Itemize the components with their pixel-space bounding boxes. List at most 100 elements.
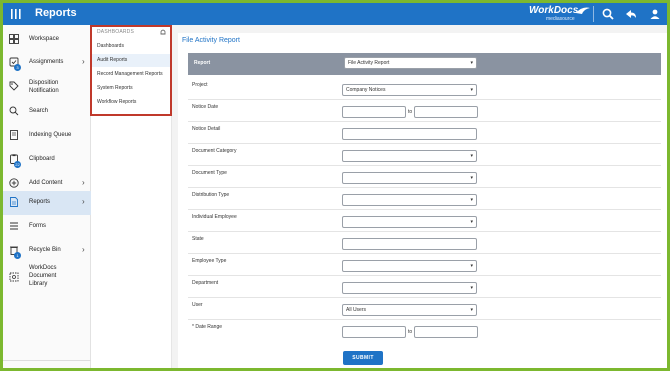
chevron-right-icon: › xyxy=(82,245,85,254)
form-row-user: User All Users ▾ xyxy=(188,298,661,320)
reports-submenu: DASHBOARDS Dashboards Audit Reports Reco… xyxy=(90,25,172,116)
sidebar-item-label: Add Content xyxy=(29,180,63,186)
field-label: * Date Range xyxy=(192,324,223,330)
form-row-distribution-type: Distribution Type ▾ xyxy=(188,188,661,210)
form-row-project: Project Company Notices ▾ xyxy=(188,78,661,100)
submenu-header: DASHBOARDS xyxy=(97,29,135,35)
caret-down-icon: ▾ xyxy=(470,219,473,225)
field-label: Notice Date xyxy=(192,104,219,110)
library-icon xyxy=(9,272,19,282)
sidebar: Workspace 3 Assignments › Disposition No… xyxy=(3,25,91,368)
form-row-department: Department ▾ xyxy=(188,276,661,298)
submit-button[interactable]: SUBMIT xyxy=(343,351,383,365)
search-icon[interactable] xyxy=(601,7,615,21)
chevron-right-icon: › xyxy=(82,178,85,187)
form-row-employee-type: Employee Type ▾ xyxy=(188,254,661,276)
main-content: File Activity Report Report File Activit… xyxy=(178,33,667,368)
document-type-select[interactable]: ▾ xyxy=(342,172,477,184)
form-row-state: State xyxy=(188,232,661,254)
report-select-value: File Activity Report xyxy=(348,60,390,66)
form-row-document-category: Document Category ▾ xyxy=(188,144,661,166)
submenu-item-system-reports[interactable]: System Reports xyxy=(92,82,170,95)
notice-date-to-input[interactable] xyxy=(414,106,478,118)
sidebar-item-search[interactable]: Search xyxy=(3,100,91,124)
field-label: Employee Type xyxy=(192,258,227,264)
recycle-bin-badge: 1 xyxy=(14,252,21,259)
clipboard-badge: 22 xyxy=(14,161,21,168)
menu-icon[interactable] xyxy=(9,7,23,21)
assignments-badge: 3 xyxy=(14,64,21,71)
sidebar-item-forms[interactable]: Forms xyxy=(3,215,91,239)
project-select-value: Company Notices xyxy=(346,87,386,93)
form-row-date-range: * Date Range to xyxy=(188,320,661,342)
field-label: Notice Detail xyxy=(192,126,221,132)
date-range-to-input[interactable] xyxy=(414,326,478,338)
sidebar-item-recycle-bin[interactable]: 1 Recycle Bin › xyxy=(3,239,91,263)
user-select-value: All Users xyxy=(346,307,367,313)
chevron-right-icon: › xyxy=(82,57,85,66)
submenu-item-audit-reports[interactable]: Audit Reports xyxy=(92,54,170,67)
page-title: Reports xyxy=(35,7,77,19)
report-title: File Activity Report xyxy=(182,37,240,44)
brand-wing-icon xyxy=(576,7,590,14)
brand-logo: WorkDocs xyxy=(529,5,579,16)
sidebar-item-label: Search xyxy=(29,108,49,114)
date-range-from-input[interactable] xyxy=(342,326,406,338)
topbar-divider xyxy=(593,6,594,22)
field-label: User xyxy=(192,302,203,308)
document-category-select[interactable]: ▾ xyxy=(342,150,477,162)
user-select[interactable]: All Users ▾ xyxy=(342,304,477,316)
distribution-type-select[interactable]: ▾ xyxy=(342,194,477,206)
caret-down-icon: ▾ xyxy=(470,307,473,313)
sidebar-item-workspace[interactable]: Workspace xyxy=(3,28,91,52)
caret-down-icon: ▾ xyxy=(470,285,473,291)
submenu-item-workflow-reports[interactable]: Workflow Reports xyxy=(92,96,170,109)
caret-down-icon: ▾ xyxy=(470,175,473,181)
form-row-notice-detail: Notice Detail xyxy=(188,122,661,144)
caret-down-icon: ▾ xyxy=(470,197,473,203)
sidebar-item-clipboard[interactable]: 22 Clipboard xyxy=(3,148,91,172)
sidebar-item-label: WorkDocs Document Library xyxy=(29,265,57,287)
app-window: Reports WorkDocs mediasource Workspace 3… xyxy=(3,3,667,368)
sidebar-item-label: Recycle Bin xyxy=(29,247,61,253)
sidebar-item-label: Indexing Queue xyxy=(29,132,72,138)
to-label: to xyxy=(408,109,413,115)
individual-employee-select[interactable]: ▾ xyxy=(342,216,477,228)
notice-date-from-input[interactable] xyxy=(342,106,406,118)
sidebar-item-assignments[interactable]: 3 Assignments › xyxy=(3,51,91,75)
field-label: Project xyxy=(192,82,208,88)
workspace-icon xyxy=(9,34,19,44)
caret-down-icon: ▾ xyxy=(470,263,473,269)
submenu-item-record-management-reports[interactable]: Record Management Reports xyxy=(92,68,170,81)
project-select[interactable]: Company Notices ▾ xyxy=(342,84,477,96)
back-arrow-icon[interactable] xyxy=(624,7,638,21)
tag-icon xyxy=(9,81,19,91)
report-select[interactable]: File Activity Report ▾ xyxy=(344,57,477,69)
sidebar-item-label: Workspace xyxy=(29,36,59,42)
sidebar-divider xyxy=(3,360,91,361)
sidebar-item-disposition-notification[interactable]: Disposition Notification xyxy=(3,75,91,101)
caret-down-icon: ▾ xyxy=(470,87,473,93)
field-label: Document Category xyxy=(192,148,237,154)
field-label: State xyxy=(192,236,204,242)
employee-type-select[interactable]: ▾ xyxy=(342,260,477,272)
sidebar-item-label: Forms xyxy=(29,223,46,229)
notice-detail-input[interactable] xyxy=(342,128,477,140)
sidebar-item-workdocs-document-library[interactable]: WorkDocs Document Library xyxy=(3,262,91,292)
report-label: Report xyxy=(194,60,211,66)
field-label: Distribution Type xyxy=(192,192,230,198)
field-label: Individual Employee xyxy=(192,214,237,220)
department-select[interactable]: ▾ xyxy=(342,282,477,294)
user-icon[interactable] xyxy=(648,7,662,21)
sidebar-item-reports[interactable]: Reports › xyxy=(3,191,91,215)
sidebar-item-label: Clipboard xyxy=(29,156,55,162)
sidebar-item-label: Assignments xyxy=(29,59,64,65)
sidebar-item-indexing-queue[interactable]: Indexing Queue xyxy=(3,124,91,148)
bell-icon[interactable] xyxy=(159,28,167,36)
search-icon xyxy=(9,106,19,116)
state-input[interactable] xyxy=(342,238,477,250)
brand-sub-logo: mediasource xyxy=(546,16,575,22)
form-row-document-type: Document Type ▾ xyxy=(188,166,661,188)
caret-down-icon: ▾ xyxy=(470,60,473,66)
submenu-item-dashboards[interactable]: Dashboards xyxy=(92,40,170,53)
